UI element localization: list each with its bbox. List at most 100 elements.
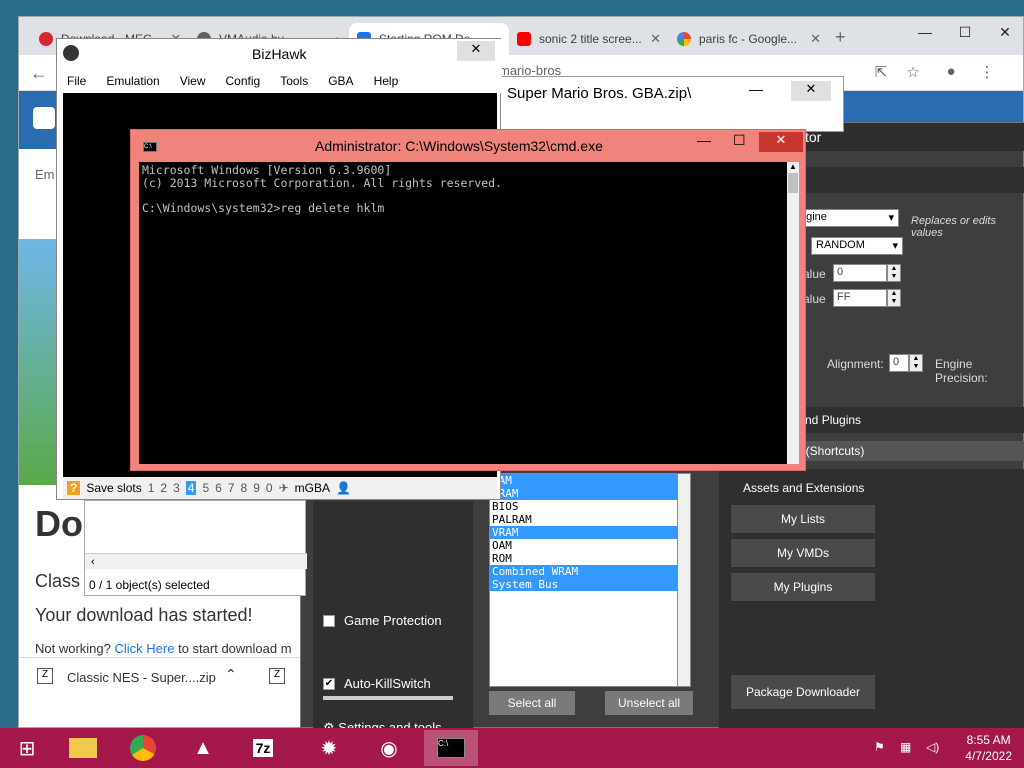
random-select[interactable]: RANDOM ▾: [811, 237, 903, 255]
tab-paris-fc[interactable]: paris fc - Google... ✕: [669, 23, 829, 55]
start-icon[interactable]: ⊞: [0, 730, 54, 766]
save-slot-active[interactable]: 4: [185, 481, 197, 495]
click-here-link[interactable]: Click Here: [115, 641, 175, 656]
minimize-icon[interactable]: —: [905, 17, 945, 47]
close-icon[interactable]: ✕: [759, 132, 803, 152]
volume-icon[interactable]: ◁): [926, 740, 939, 754]
save-slot[interactable]: 2: [160, 481, 167, 495]
app-triangle-icon[interactable]: ▲: [176, 730, 230, 766]
save-slot[interactable]: 1: [148, 481, 155, 495]
cheat-engine-icon[interactable]: ✹: [302, 730, 356, 766]
value-input[interactable]: 0: [833, 264, 887, 282]
spin-arrows-icon[interactable]: ▲ ▼: [887, 264, 901, 282]
save-slot[interactable]: 0: [266, 481, 273, 495]
package-downloader-button[interactable]: Package Downloader: [731, 675, 875, 709]
close-icon[interactable]: ✕: [791, 81, 831, 101]
maximize-icon[interactable]: ☐: [733, 132, 746, 149]
auto-killswitch-checkbox[interactable]: ✔: [323, 678, 335, 690]
menu-file[interactable]: File: [57, 69, 96, 93]
back-icon[interactable]: ←: [29, 63, 49, 83]
zip-file-icon: Z: [269, 668, 285, 684]
my-vmds-button[interactable]: My VMDs: [731, 539, 875, 567]
chevron-up-icon[interactable]: ⌃: [225, 666, 237, 683]
list-item[interactable]: ROM: [490, 552, 678, 565]
console-scrollbar[interactable]: ▲: [787, 162, 799, 464]
file-explorer-icon[interactable]: [56, 730, 110, 766]
chrome-icon[interactable]: [116, 730, 170, 766]
menu-emulation[interactable]: Emulation: [96, 69, 169, 93]
scroll-thumb[interactable]: [788, 173, 798, 193]
cmd-icon: C:\: [143, 142, 157, 152]
scroll-left-icon[interactable]: ‹: [85, 556, 95, 568]
list-item[interactable]: OAM: [490, 539, 678, 552]
archive-title: Super Mario Bros. GBA.zip\: [507, 85, 692, 102]
my-lists-button[interactable]: My Lists: [731, 505, 875, 533]
scroll-up-icon[interactable]: ▲: [787, 162, 799, 171]
save-slot[interactable]: 8: [241, 481, 248, 495]
close-icon[interactable]: ✕: [810, 31, 821, 47]
share-icon[interactable]: ⇱: [871, 63, 891, 83]
menu-help[interactable]: Help: [364, 69, 409, 93]
chevron-down-icon: ▾: [892, 240, 898, 252]
spin-arrows-icon[interactable]: ▲ ▼: [909, 354, 923, 372]
list-item[interactable]: PALRAM: [490, 513, 678, 526]
value-label: alue: [803, 292, 826, 306]
google-icon: [677, 32, 691, 46]
unselect-all-button[interactable]: Unselect all: [605, 691, 693, 715]
engine-select[interactable]: ngine ▾: [795, 209, 899, 227]
list-item[interactable]: BIOS: [490, 500, 678, 513]
action-center-icon[interactable]: ⚑: [874, 740, 885, 754]
save-slot[interactable]: 7: [228, 481, 235, 495]
7zip-icon[interactable]: 7z: [236, 730, 290, 766]
maximize-icon[interactable]: ☐: [945, 17, 985, 47]
value-input[interactable]: FF: [833, 289, 887, 307]
memory-region-list[interactable]: RAM VRAM BIOS PALRAM VRAM OAM ROM Combin…: [489, 473, 679, 687]
page-heading: Do: [35, 503, 83, 544]
download-item-label[interactable]: Classic NES - Super....zip: [67, 670, 216, 685]
save-slot[interactable]: 5: [202, 481, 209, 495]
my-plugins-button[interactable]: My Plugins: [731, 573, 875, 601]
list-item[interactable]: System Bus: [490, 578, 678, 591]
bookmark-star-icon[interactable]: ☆: [903, 63, 923, 83]
console-line: (c) 2013 Microsoft Corporation. All righ…: [142, 175, 503, 190]
list-scrollbar[interactable]: [677, 473, 691, 687]
new-tab-icon[interactable]: +: [835, 27, 846, 48]
plugins-section-header: s and Plugins: [781, 407, 1024, 433]
alignment-input[interactable]: 0: [889, 354, 909, 372]
horizontal-scrollbar[interactable]: ‹: [85, 553, 307, 569]
spin-arrows-icon[interactable]: ▲ ▼: [887, 289, 901, 307]
select-all-button[interactable]: Select all: [489, 691, 575, 715]
profile-icon[interactable]: ●: [941, 63, 961, 83]
assets-extensions-label: Assets and Extensions: [743, 481, 865, 495]
email-field-stub[interactable]: Em: [35, 167, 55, 182]
class-text: Class: [35, 571, 81, 591]
minimize-icon[interactable]: —: [697, 132, 711, 148]
list-item[interactable]: Combined WRAM: [490, 565, 678, 578]
menu-gba[interactable]: GBA: [318, 69, 363, 93]
menu-view[interactable]: View: [170, 69, 216, 93]
menu-kebab-icon[interactable]: ⋮: [977, 63, 997, 83]
list-item[interactable]: RAM: [490, 474, 678, 487]
list-item[interactable]: VRAM: [490, 487, 678, 500]
close-icon[interactable]: ✕: [457, 41, 495, 61]
minimize-icon[interactable]: —: [749, 81, 763, 97]
tab-sonic[interactable]: sonic 2 title scree... ✕: [509, 23, 669, 55]
save-slot[interactable]: 6: [215, 481, 222, 495]
save-slot[interactable]: 3: [173, 481, 180, 495]
cmd-icon[interactable]: C:\: [424, 730, 478, 766]
window-title: Administrator: C:\Windows\System32\cmd.e…: [315, 138, 603, 154]
menu-tools[interactable]: Tools: [270, 69, 318, 93]
game-protection-checkbox[interactable]: [323, 615, 335, 627]
close-icon[interactable]: ✕: [985, 17, 1023, 47]
network-icon[interactable]: ▦: [900, 740, 911, 754]
menu-config[interactable]: Config: [216, 69, 271, 93]
user-icon: 👤: [335, 481, 351, 495]
game-protection-label: Game Protection: [344, 613, 442, 628]
save-slot[interactable]: 9: [253, 481, 260, 495]
list-item[interactable]: VRAM: [490, 526, 678, 539]
clock[interactable]: 8:55 AM 4/7/2022: [965, 732, 1012, 764]
bizhawk-icon[interactable]: ◉: [362, 730, 416, 766]
close-icon[interactable]: ✕: [650, 31, 661, 47]
value-label: alue: [803, 267, 826, 281]
console-output[interactable]: Microsoft Windows [Version 6.3.9600] (c) …: [139, 162, 787, 464]
